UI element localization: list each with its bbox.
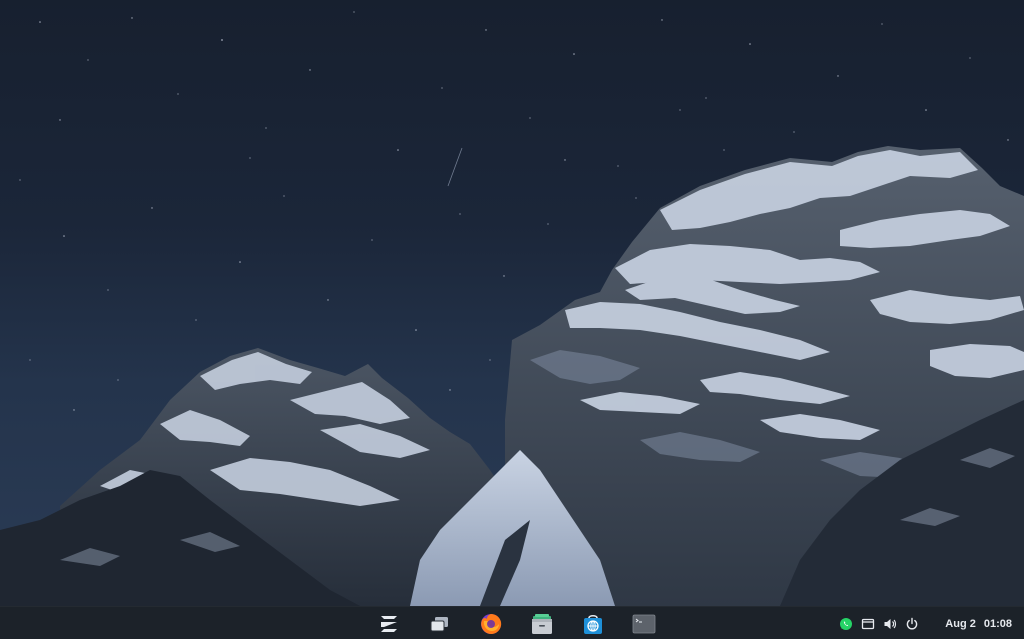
terminal-icon (632, 614, 656, 633)
whatsapp-tray-button[interactable] (835, 607, 857, 639)
screen-tray-button[interactable] (857, 607, 879, 639)
workspaces-button[interactable] (423, 607, 457, 639)
windows-overview-icon (430, 616, 448, 631)
zorin-menu-button[interactable] (372, 607, 406, 639)
software-store-icon (584, 614, 602, 634)
terminal-button[interactable] (627, 607, 661, 639)
files-button[interactable] (525, 607, 559, 639)
zorin-logo-icon (381, 615, 397, 632)
system-tray: Aug 2 01:08 (835, 607, 1024, 639)
taskbar: Aug 2 01:08 (0, 606, 1024, 639)
files-icon (532, 613, 552, 634)
dock (372, 607, 661, 639)
volume-icon (884, 618, 897, 629)
screen-icon (862, 618, 875, 629)
power-tray-button[interactable] (901, 607, 923, 639)
volume-tray-button[interactable] (879, 607, 901, 639)
clock[interactable]: Aug 2 01:08 (945, 618, 1012, 630)
software-store-button[interactable] (576, 607, 610, 639)
firefox-icon (481, 613, 502, 634)
whatsapp-icon (840, 617, 853, 630)
clock-date: Aug 2 (945, 617, 976, 630)
desktop[interactable]: Aug 2 01:08 (0, 0, 1024, 639)
wallpaper-image (0, 11, 1024, 606)
firefox-button[interactable] (474, 607, 508, 639)
power-icon (907, 617, 918, 629)
clock-time: 01:08 (983, 617, 1012, 630)
